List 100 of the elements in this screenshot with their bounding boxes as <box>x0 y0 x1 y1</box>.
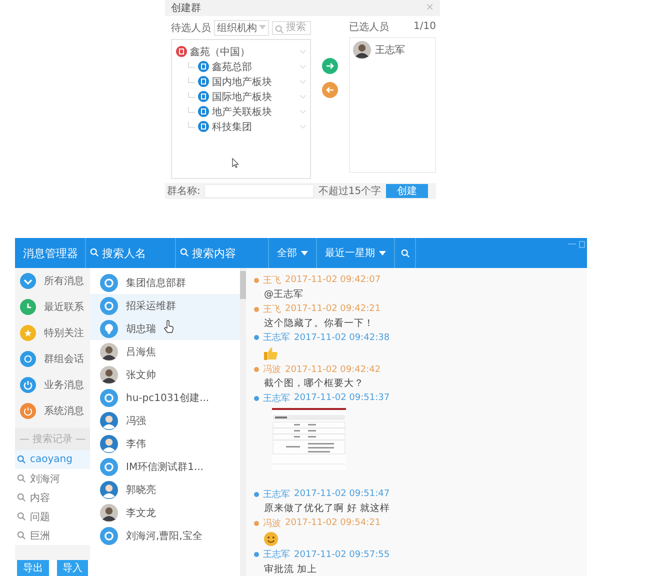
conversation-item[interactable]: IM环信测试群1... <box>90 455 240 478</box>
user-icon <box>100 320 118 338</box>
group-icon <box>100 388 118 406</box>
chevron-icon <box>300 80 306 84</box>
name-search-field[interactable]: 搜索人名 <box>89 238 175 268</box>
avatar-icon <box>100 342 118 360</box>
conversation-item[interactable]: 李文龙 <box>90 501 240 524</box>
avatar-icon <box>100 480 118 498</box>
conversation-item[interactable]: 吕海焦 <box>90 340 240 363</box>
avatar-icon <box>353 40 371 59</box>
scrollbar[interactable] <box>240 268 246 576</box>
avatar-icon <box>100 412 118 430</box>
nav-item[interactable]: 群组会话 <box>15 346 90 372</box>
history-item[interactable]: 内容 <box>15 488 90 507</box>
history-item[interactable]: 刘海河 <box>15 469 90 488</box>
avatar-icon <box>100 366 118 384</box>
thumbs-up-icon <box>264 347 278 360</box>
message-text: @王志军 <box>263 288 304 302</box>
caret-icon <box>259 25 266 30</box>
conversation-item[interactable]: 张文帅 <box>90 363 240 386</box>
chevron-icon <box>300 124 306 129</box>
conversation-item[interactable]: 招采运维群 <box>90 294 240 317</box>
tree-item[interactable]: 鑫苑（中国） <box>190 44 250 59</box>
search-icon <box>17 531 26 540</box>
group-icon <box>100 274 118 292</box>
conversation-item[interactable]: 刘海河,曹阳,宝全 <box>90 524 240 547</box>
search-icon <box>17 455 26 464</box>
nav-item[interactable]: 特别关注 <box>15 320 90 346</box>
hand-cursor-icon <box>164 320 174 333</box>
sender-name: 冯波 <box>263 364 281 376</box>
sender-name: 王志军 <box>263 332 290 344</box>
group-icon <box>100 296 118 314</box>
chevron-icon <box>300 94 306 99</box>
history-heading: — 搜索记录 — <box>15 428 90 450</box>
sender-name: 王志军 <box>263 392 290 405</box>
dialog-title: 创建群 <box>171 2 201 15</box>
timestamp: 2017-11-02 09:51:37 <box>294 393 390 404</box>
search-icon <box>90 248 99 257</box>
conversation-item[interactable]: 冯强 <box>90 409 240 432</box>
avatar-icon <box>100 504 118 522</box>
chevron-icon <box>300 50 306 54</box>
maximize-icon[interactable] <box>579 241 585 248</box>
nav-item[interactable]: 所有消息 <box>15 268 90 294</box>
search-icon <box>275 24 284 34</box>
group-name-label: 群名称: <box>167 184 200 198</box>
org-dropdown[interactable]: 组织机构 <box>214 20 269 36</box>
conversation-item[interactable]: 李伟 <box>90 432 240 455</box>
conversation-item[interactable]: 郭晓亮 <box>90 478 240 501</box>
nav-item[interactable]: 业务消息 <box>15 372 90 398</box>
search-icon <box>400 248 410 258</box>
search-field[interactable]: 搜索 <box>272 20 311 35</box>
conversation-item[interactable]: 胡忠瑞 <box>90 317 240 340</box>
tree-item[interactable]: 科技集团 <box>212 120 252 134</box>
search-icon <box>180 248 189 257</box>
timestamp: 2017-11-02 09:54:21 <box>285 518 381 528</box>
person-name[interactable]: 王志军 <box>375 42 405 57</box>
sender-name: 王志军 <box>263 548 290 562</box>
sender-name: 冯波 <box>263 518 281 530</box>
selected-label: 已选人员 <box>349 20 389 34</box>
timestamp: 2017-11-02 09:51:47 <box>294 489 390 500</box>
sender-name: 王飞 <box>263 304 281 316</box>
caret-icon <box>301 250 308 256</box>
timestamp: 2017-11-02 09:42:42 <box>285 364 381 375</box>
hint-text: 不超过15个字 <box>318 184 382 198</box>
tree-item[interactable]: 鑫苑总部 <box>212 60 252 74</box>
message-text: 审批流 加上 <box>263 562 318 576</box>
nav-item[interactable]: 系统消息 <box>15 398 90 424</box>
minimize-icon[interactable] <box>568 241 576 247</box>
content-search-field[interactable]: 搜索内容 <box>179 238 268 268</box>
timestamp: 2017-11-02 09:57:55 <box>294 550 390 560</box>
message-text: 原来做了优化了啊 好 就这样 <box>263 502 392 516</box>
history-item[interactable]: 问题 <box>15 507 90 526</box>
tree-item[interactable]: 国内地产板块 <box>212 74 272 89</box>
conversation-item[interactable]: hu-pc1031创建... <box>90 386 240 409</box>
sender-name: 王志军 <box>263 488 290 501</box>
tree-item[interactable]: 国际地产板块 <box>212 90 272 104</box>
tree-item[interactable]: 地产关联板块 <box>212 104 272 119</box>
cursor-icon <box>232 158 239 168</box>
app-title: 消息管理器 <box>22 246 79 262</box>
chevron-icon <box>300 110 306 114</box>
caret-icon <box>379 250 386 256</box>
add-arrow-button[interactable] <box>322 58 338 74</box>
smiley-icon <box>264 532 278 546</box>
history-item[interactable]: 巨洲 <box>15 526 90 545</box>
search-icon <box>17 493 26 502</box>
candidates-label: 待选人员 <box>171 22 211 35</box>
message-text: 截个图，哪个框要大？ <box>263 377 365 391</box>
timestamp: 2017-11-02 09:42:21 <box>285 304 381 314</box>
remove-arrow-button[interactable] <box>322 82 338 98</box>
search-icon <box>17 474 26 483</box>
conversation-item[interactable]: 集团信息部群 <box>90 271 240 294</box>
avatar-icon <box>100 434 118 452</box>
selected-count: 1/10 <box>414 21 436 32</box>
chevron-icon <box>300 64 306 69</box>
timestamp: 2017-11-02 09:42:38 <box>294 332 390 343</box>
timestamp: 2017-11-02 09:42:07 <box>285 275 381 286</box>
nav-item[interactable]: 最近联系 <box>15 294 90 320</box>
group-icon <box>100 458 118 476</box>
search-icon <box>17 512 26 521</box>
sender-name: 王飞 <box>263 274 281 287</box>
